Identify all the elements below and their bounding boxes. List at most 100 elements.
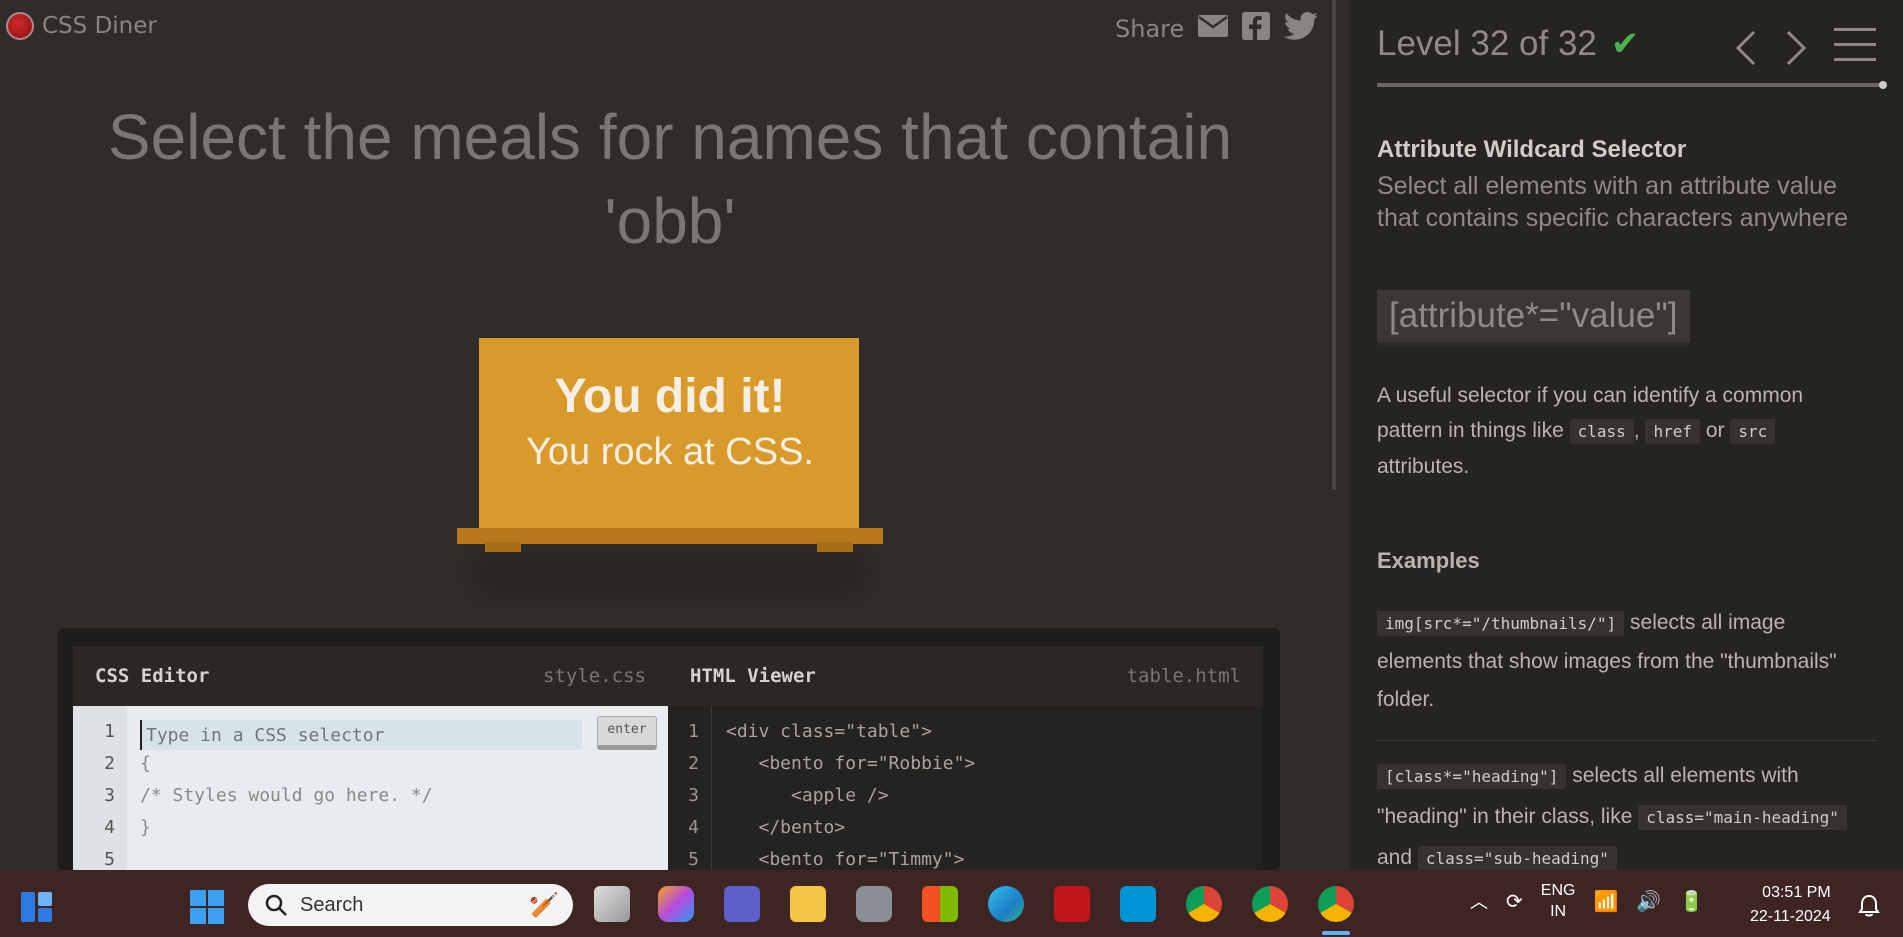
language-indicator[interactable]: ENG IN [1541, 880, 1576, 922]
chevron-up-icon[interactable]: ︿ [1470, 888, 1488, 914]
logo-icon [6, 12, 34, 40]
line-number: 4 [104, 817, 115, 838]
example-item: [class*="heading"] selects all elements … [1377, 756, 1872, 879]
search-highlight-icon: 🏏 [529, 891, 559, 919]
app-window: CSS Diner Share Select the meals for nam… [0, 0, 1903, 937]
date-display: 22-11-2024 [1750, 908, 1831, 925]
example-code: img[src*="/thumbnails/"] [1377, 611, 1625, 636]
html-code-line[interactable]: <div class="table"> [726, 716, 932, 748]
email-icon[interactable] [1198, 15, 1229, 43]
start-button[interactable] [190, 890, 224, 924]
html-file-name: table.html [1126, 665, 1241, 687]
hint-separator: , [1633, 419, 1640, 442]
region-code: IN [1550, 903, 1567, 920]
example-code: class="sub-heading" [1417, 846, 1617, 871]
check-icon: ✔ [1610, 24, 1640, 64]
logo[interactable]: CSS Diner [6, 12, 157, 40]
mcafee-icon[interactable] [1054, 886, 1090, 922]
enter-button[interactable]: enter [597, 716, 657, 750]
search-icon [265, 894, 287, 916]
selector-name: Attribute Wildcard Selector [1377, 136, 1687, 163]
camera-icon[interactable] [856, 886, 892, 922]
chevron-left-icon [1735, 30, 1756, 66]
system-tray: ︿ ⟳ ENG IN 📶 🔊 🔋 [1470, 880, 1704, 922]
facebook-icon[interactable] [1242, 12, 1271, 46]
table-leg [485, 542, 521, 552]
css-editor: CSS Editor style.css 1 2 3 4 5 enter { /… [73, 646, 668, 871]
html-code-line[interactable]: </bento> [726, 812, 846, 844]
line-number: 3 [688, 785, 699, 806]
chrome-profile-icon[interactable] [1252, 886, 1288, 922]
html-gutter: 1 2 3 4 5 [668, 706, 712, 871]
html-code-line[interactable]: <bento for="Robbie"> [726, 748, 976, 780]
line-number: 2 [104, 753, 115, 774]
teams-icon[interactable] [724, 886, 760, 922]
examples-heading: Examples [1377, 548, 1480, 573]
selector-hint: A useful selector if you can identify a … [1377, 378, 1872, 484]
example-item: img[src*="/thumbnails/"] selects all ima… [1377, 604, 1872, 719]
html-viewer: HTML Viewer table.html 1 2 3 4 5 <div cl… [668, 646, 1263, 871]
html-code-line[interactable]: <apple /> [726, 780, 889, 812]
language-code: ENG [1540, 882, 1576, 899]
scrollbar[interactable] [1332, 0, 1336, 490]
copilot-icon[interactable] [658, 886, 694, 922]
html-viewer-title: HTML Viewer [690, 665, 816, 687]
menu-icon[interactable] [1834, 28, 1876, 64]
table-leg [817, 542, 853, 552]
share-label: Share [1115, 15, 1185, 43]
volume-icon[interactable]: 🔊 [1636, 889, 1661, 914]
chrome-profile-active-icon[interactable] [1318, 886, 1354, 922]
css-editor-title: CSS Editor [95, 665, 210, 687]
hint-text: attributes. [1377, 455, 1470, 478]
html-viewer-body: 1 2 3 4 5 <div class="table"> <bento for… [668, 706, 1263, 871]
win-subtitle: You rock at CSS. [526, 431, 814, 473]
sidebar: Level 32 of 32 ✔ Attribute Wildcard Sele… [1350, 0, 1903, 871]
microsoft-store-icon[interactable] [922, 886, 958, 922]
app-name: CSS Diner [42, 13, 157, 39]
twitter-icon[interactable] [1284, 12, 1319, 46]
css-editor-body: 1 2 3 4 5 enter { /* Styles would go her… [73, 706, 668, 871]
selector-title: Select all elements with an attribute va… [1377, 172, 1849, 232]
level-indicator: Level 32 of 32 [1377, 24, 1597, 63]
time-display: 03:51 PM [1762, 884, 1831, 901]
edge-icon[interactable] [988, 886, 1024, 922]
html-viewer-header: HTML Viewer table.html [668, 646, 1263, 706]
css-code-line: } [140, 817, 151, 838]
line-number: 1 [688, 721, 699, 742]
win-title: You did it! [554, 370, 786, 423]
notification-icon[interactable] [1858, 894, 1880, 918]
level-header[interactable]: Level 32 of 32 ✔ [1377, 24, 1639, 64]
windows-icon [190, 890, 224, 924]
example-divider [1377, 740, 1877, 741]
search-placeholder: Search [300, 893, 364, 916]
clock[interactable]: 03:51 PM 22-11-2024 [1750, 881, 1831, 929]
table-shadow [475, 553, 865, 593]
previous-level-button[interactable] [1730, 28, 1760, 68]
win-message: You did it! You rock at CSS. [455, 368, 885, 478]
editor-panel: CSS Editor style.css 1 2 3 4 5 enter { /… [58, 628, 1280, 871]
css-selector-input[interactable] [140, 720, 582, 750]
line-number: 1 [104, 721, 115, 742]
level-instruction: Select the meals for names that contain … [107, 101, 1233, 257]
line-number: 2 [688, 753, 699, 774]
hint-code: class [1569, 419, 1634, 444]
hint-code: src [1730, 419, 1776, 444]
css-code-line: /* Styles would go here. */ [140, 785, 433, 806]
css-file-name: style.css [543, 665, 646, 687]
wifi-icon[interactable]: 📶 [1593, 889, 1618, 914]
selector-syntax: [attribute*="value"] [1377, 290, 1690, 345]
battery-icon[interactable]: 🔋 [1679, 889, 1704, 914]
share-bar: Share [1115, 12, 1319, 46]
next-level-button[interactable] [1782, 28, 1812, 68]
taskbar-search[interactable]: Search 🏏 [248, 884, 573, 926]
chrome-icon[interactable] [1186, 886, 1222, 922]
example-code: [class*="heading"] [1377, 764, 1567, 789]
widgets-icon[interactable] [20, 890, 54, 924]
file-explorer-icon[interactable] [790, 886, 826, 922]
example-text: and [1377, 846, 1413, 869]
task-view-icon[interactable] [594, 886, 630, 922]
myhp-icon[interactable] [1120, 886, 1156, 922]
css-editor-header: CSS Editor style.css [73, 646, 668, 706]
sync-icon[interactable]: ⟳ [1506, 889, 1523, 914]
game-area: CSS Diner Share Select the meals for nam… [0, 0, 1332, 871]
